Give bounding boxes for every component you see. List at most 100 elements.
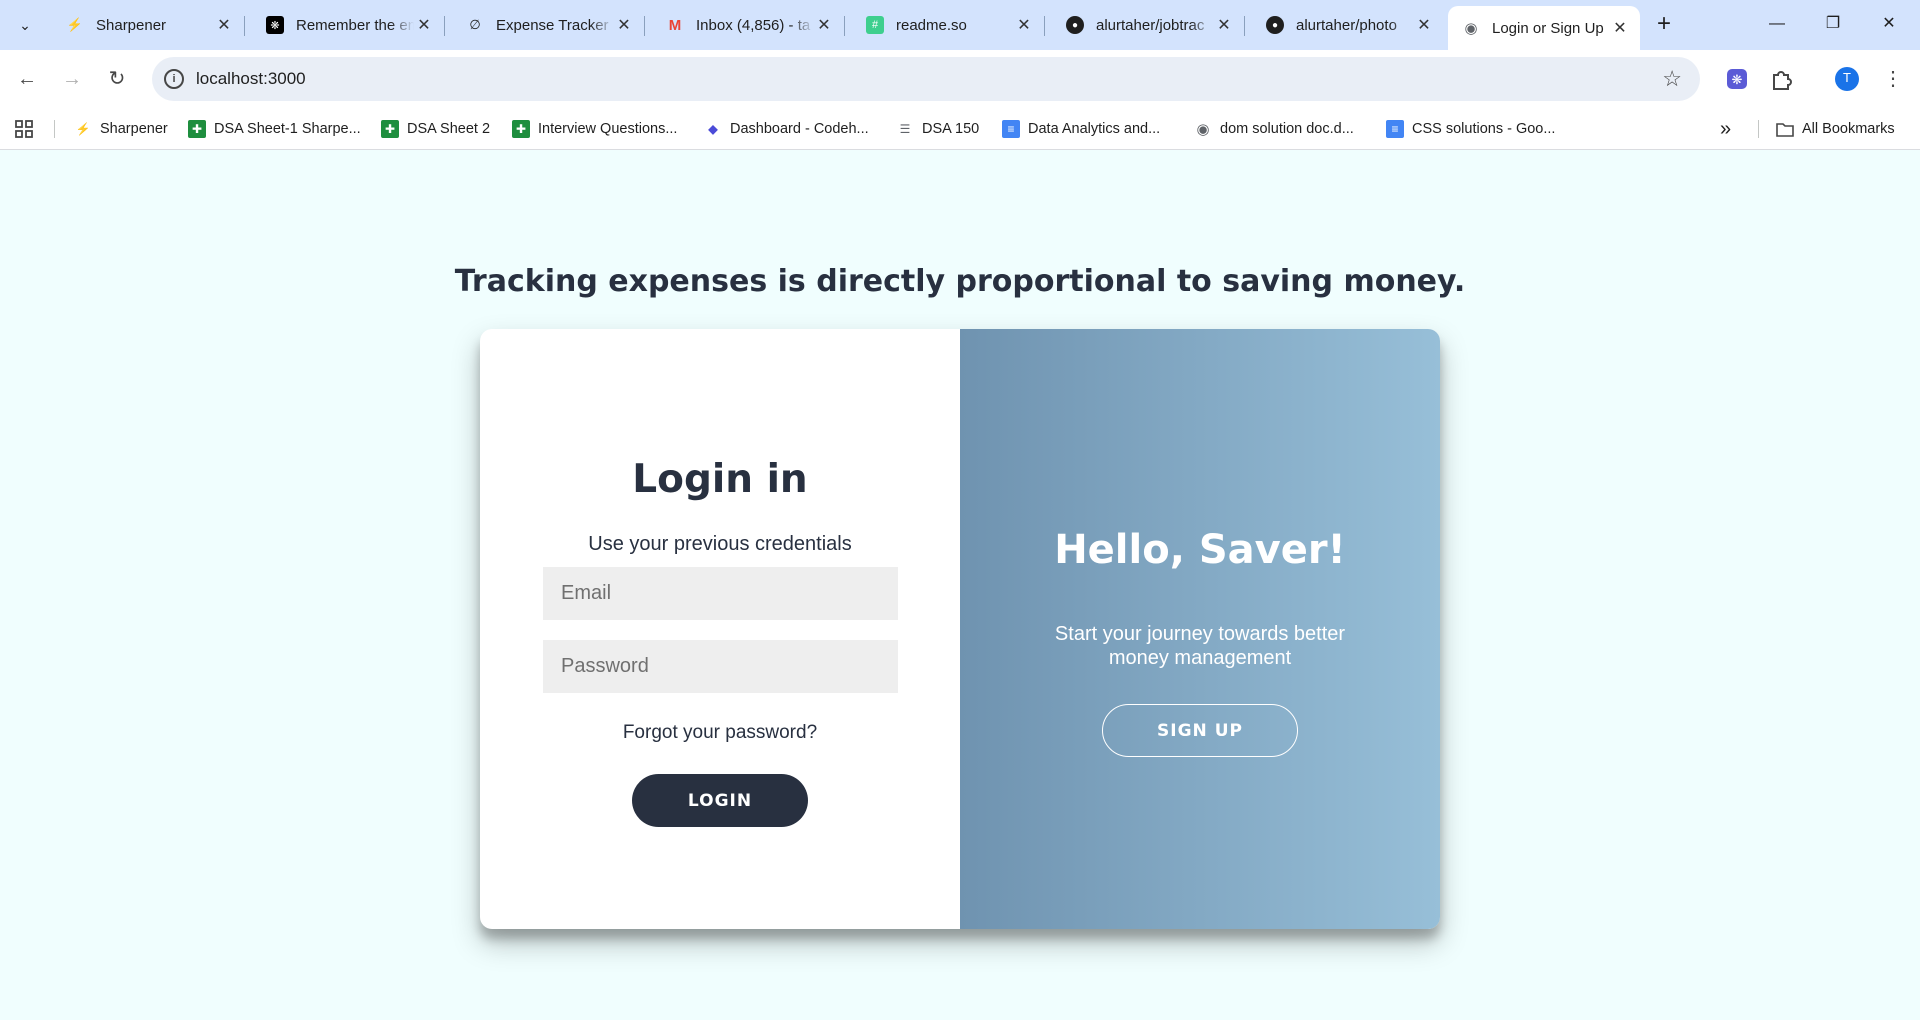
tab-github-jobtrac[interactable]: ● alurtaher/jobtrac ✕ [1052, 6, 1244, 44]
tab-title: readme.so [896, 16, 967, 34]
signup-panel: Hello, Saver! Start your journey towards… [960, 329, 1440, 929]
github-icon: ● [1066, 16, 1084, 34]
tab-separator [444, 16, 445, 36]
password-field[interactable] [543, 640, 898, 693]
login-button[interactable]: LOGIN [632, 774, 808, 827]
url-text[interactable]: localhost:3000 [196, 69, 306, 89]
tab-login-signup[interactable]: ◉ Login or Sign Up ✕ [1448, 6, 1640, 50]
tab-separator [844, 16, 845, 36]
close-window-button[interactable]: ✕ [1866, 8, 1912, 40]
apps-grid-icon[interactable] [14, 116, 34, 142]
tab-readme[interactable]: # readme.so ✕ [852, 6, 1044, 44]
extension-icon[interactable]: ❋ [1722, 64, 1752, 94]
gmail-icon: M [668, 16, 682, 34]
bookmark-dom-solution[interactable]: ◉ dom solution doc.d... [1194, 116, 1354, 142]
bookmark-interview-questions[interactable]: ✚ Interview Questions... [512, 116, 677, 142]
forward-button[interactable]: → [57, 64, 87, 94]
tab-title: alurtaher/photo [1296, 16, 1397, 34]
tab-separator [644, 16, 645, 36]
bookmark-label: DSA Sheet 2 [407, 121, 491, 137]
bookmark-label: Data Analytics and... [1028, 121, 1161, 137]
globe-icon: ◉ [1464, 20, 1478, 37]
tab-strip: ⌄ ⚡ Sharpener ✕ ❋ Remember the email ✕ ∅… [0, 0, 1920, 50]
close-icon[interactable]: ✕ [214, 15, 234, 35]
browser-toolbar: ← → ↻ i localhost:3000 ☆ ❋ T ⋮ [0, 50, 1920, 108]
bookmark-dsa-150[interactable]: ☰ DSA 150 [896, 116, 980, 142]
bookmark-divider [1758, 120, 1759, 138]
close-icon[interactable]: ✕ [814, 15, 834, 35]
bookmark-data-analytics[interactable]: ≡ Data Analytics and... [1002, 116, 1160, 142]
bookmark-label: CSS solutions - Goo... [1412, 121, 1556, 137]
sharpener-bolt-icon: ⚡ [75, 122, 91, 136]
folder-icon [1776, 120, 1794, 138]
all-bookmarks-button[interactable]: All Bookmarks [1776, 116, 1895, 142]
sharpener-bolt-icon: ⚡ [66, 17, 84, 32]
tab-title: Login or Sign Up [1492, 19, 1604, 37]
docs-icon: ≡ [1002, 120, 1020, 138]
bookmark-label: Interview Questions... [538, 121, 678, 137]
bookmark-label: dom solution doc.d... [1220, 121, 1354, 137]
bookmark-dsa-sheet-1[interactable]: ✚ DSA Sheet-1 Sharpe... [188, 116, 361, 142]
page-headline: Tracking expenses is directly proportion… [454, 264, 1466, 299]
forgot-password-link[interactable]: Forgot your password? [480, 722, 960, 744]
bookmarks-overflow-button[interactable]: » [1720, 116, 1731, 142]
new-tab-button[interactable]: + [1650, 10, 1678, 38]
close-icon[interactable]: ✕ [1414, 15, 1434, 35]
tab-title: Remember the email [296, 16, 414, 34]
signup-title: Hello, Saver! [1054, 527, 1346, 573]
close-icon[interactable]: ✕ [1214, 15, 1234, 35]
bookmark-label: DSA Sheet-1 Sharpe... [214, 121, 361, 137]
tab-title: alurtaher/jobtrac [1096, 16, 1205, 34]
close-icon[interactable]: ✕ [414, 15, 434, 35]
bookmark-css-solutions[interactable]: ≡ CSS solutions - Goo... [1386, 116, 1555, 142]
checklist-icon: ☰ [899, 122, 911, 136]
tab-gmail-inbox[interactable]: M Inbox (4,856) - ta ✕ [652, 6, 844, 44]
bookmark-dsa-sheet-2[interactable]: ✚ DSA Sheet 2 [381, 116, 490, 142]
login-title: Login in [632, 457, 808, 502]
bookmark-star-icon[interactable]: ☆ [1662, 66, 1682, 92]
address-bar[interactable]: i localhost:3000 ☆ [152, 57, 1700, 101]
tab-title: Expense Tracker [496, 16, 609, 34]
login-subtitle: Use your previous credentials [588, 533, 852, 555]
readme-icon: # [866, 16, 884, 34]
tab-expense-tracker[interactable]: ∅ Expense Tracker ✕ [452, 6, 644, 44]
github-icon: ● [1266, 16, 1284, 34]
login-panel: Login in Use your previous credentials F… [480, 329, 960, 929]
profile-initial: T [1843, 70, 1851, 85]
bookmark-label: Dashboard - Codeh... [730, 121, 869, 137]
sheets-icon: ✚ [381, 120, 399, 138]
sheets-icon: ✚ [188, 120, 206, 138]
minimize-button[interactable]: — [1754, 8, 1800, 40]
restore-button[interactable]: ❐ [1810, 8, 1856, 40]
sign-up-button[interactable]: SIGN UP [1102, 704, 1298, 757]
bookmark-dashboard-codehelp[interactable]: ◆ Dashboard - Codeh... [704, 116, 869, 142]
back-button[interactable]: ← [12, 64, 42, 94]
tab-github-photo[interactable]: ● alurtaher/photo ✕ [1252, 6, 1444, 44]
email-field[interactable] [543, 567, 898, 620]
tab-separator [1044, 16, 1045, 36]
reload-button[interactable]: ↻ [102, 64, 132, 94]
bookmark-sharpener[interactable]: ⚡ Sharpener [74, 116, 168, 142]
openai-icon: ❋ [266, 16, 284, 34]
tab-search-button[interactable]: ⌄ [8, 9, 42, 41]
tab-separator [244, 16, 245, 36]
svg-text:❋: ❋ [1732, 73, 1743, 88]
bookmark-label: DSA 150 [922, 121, 980, 137]
chevron-down-icon: ⌄ [19, 16, 31, 33]
site-info-icon[interactable]: i [164, 69, 184, 89]
close-icon[interactable]: ✕ [1014, 15, 1034, 35]
close-icon[interactable]: ✕ [614, 15, 634, 35]
sheets-icon: ✚ [512, 120, 530, 138]
profile-avatar[interactable]: T [1832, 64, 1862, 94]
close-icon[interactable]: ✕ [1610, 18, 1630, 38]
tab-sharpener[interactable]: ⚡ Sharpener ✕ [52, 6, 244, 44]
menu-kebab-icon[interactable]: ⋮ [1878, 64, 1908, 94]
bookmark-label: Sharpener [100, 121, 168, 137]
bookmarks-bar: ⚡ Sharpener ✚ DSA Sheet-1 Sharpe... ✚ DS… [0, 108, 1920, 150]
tab-remember-email[interactable]: ❋ Remember the email ✕ [252, 6, 444, 44]
globe-icon: ◉ [1196, 121, 1210, 138]
sync-icon: ∅ [469, 17, 481, 32]
all-bookmarks-label: All Bookmarks [1802, 121, 1895, 137]
extensions-puzzle-icon[interactable] [1766, 64, 1796, 94]
tab-separator [1244, 16, 1245, 36]
